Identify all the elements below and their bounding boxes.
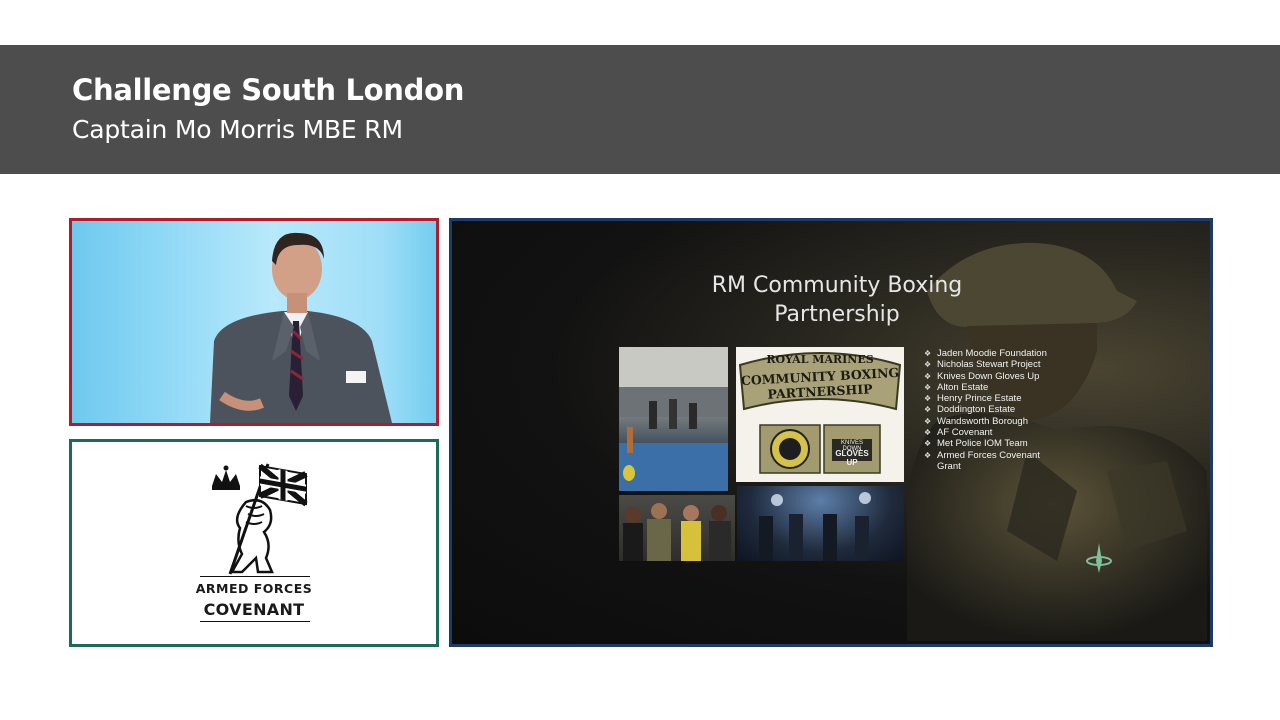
boxing-gym-photo — [619, 347, 728, 491]
list-item: Knives Down Gloves Up — [924, 371, 1047, 383]
list-item: Jaden Moodie Foundation — [924, 348, 1047, 360]
community-boxing-badge-photo: ROYAL MARINES COMMUNITY BOXING PARTNERSH… — [736, 347, 904, 482]
partner-list: Jaden Moodie Foundation Nicholas Stewart… — [924, 348, 1047, 472]
list-item: Armed Forces Covenant Grant — [924, 450, 1042, 473]
speaker-name: Captain Mo Morris MBE RM — [72, 115, 403, 144]
covenant-rule-top — [200, 576, 310, 577]
slide-title-line2: Partnership — [774, 302, 900, 327]
stage-people — [759, 492, 871, 561]
list-item: Met Police IOM Team — [924, 438, 1047, 450]
title-bar: Challenge South London Captain Mo Morris… — [0, 45, 1280, 174]
stage-photo — [737, 486, 904, 561]
crown-icon — [212, 465, 240, 490]
speaker-figure — [210, 232, 392, 423]
list-item: Doddington Estate — [924, 404, 1047, 416]
event-title: Challenge South London — [72, 73, 465, 107]
speaker-video-frame — [167, 221, 392, 423]
covenant-rule-bottom — [200, 621, 310, 622]
list-item: AF Covenant — [924, 427, 1047, 439]
covenant-line1: ARMED FORCES — [195, 581, 313, 596]
group-photo — [619, 495, 735, 561]
union-flag-icon — [258, 463, 308, 507]
gym-scene — [619, 347, 728, 491]
badge-line1: ROYAL MARINES — [766, 353, 874, 366]
patch-right-line2: GLOVES UP — [835, 449, 869, 467]
list-item: Alton Estate — [924, 382, 1047, 394]
list-item: Nicholas Stewart Project — [924, 359, 1047, 371]
presentation-slide: RM Community Boxing Partnership ROYAL MA… — [449, 218, 1213, 647]
list-item: Wandsworth Borough — [924, 416, 1047, 428]
covenant-logo-panel: ARMED FORCES COVENANT — [69, 439, 439, 647]
covenant-line2: COVENANT — [203, 600, 305, 619]
slide-title-line1: RM Community Boxing — [711, 273, 963, 298]
covenant-logo-icon — [212, 463, 308, 575]
group-people — [623, 503, 731, 561]
slide-title: RM Community Boxing Partnership — [652, 271, 1022, 329]
commando-dagger-icon — [1086, 543, 1112, 573]
speaker-video-panel — [69, 218, 439, 426]
list-item: Henry Prince Estate — [924, 393, 1047, 405]
